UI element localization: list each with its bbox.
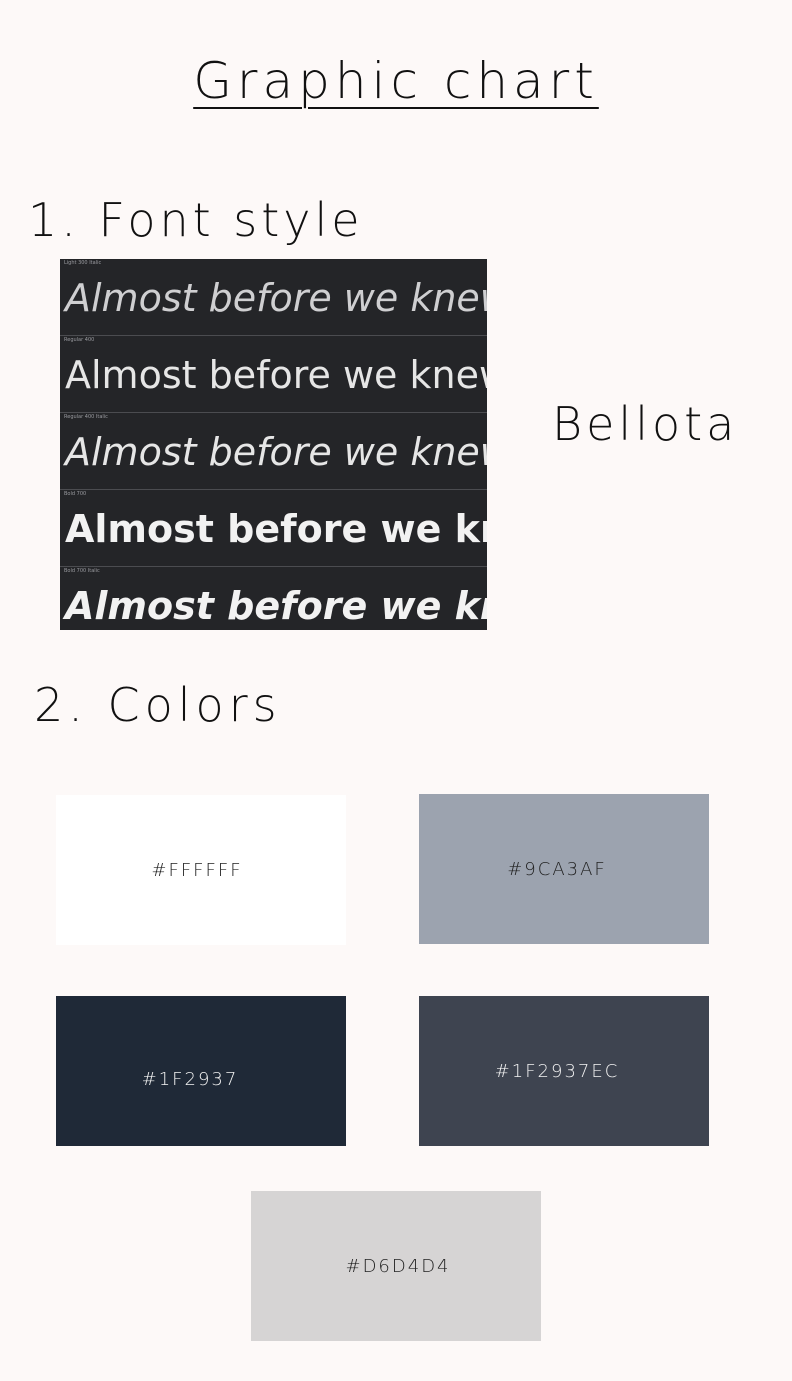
specimen-row-bold-italic: Bold 700 Italic Almost before we knew it… <box>60 567 487 630</box>
specimen-row-regular-italic: Regular 400 Italic Almost before we knew… <box>60 413 487 490</box>
page-title: Graphic chart <box>193 52 599 110</box>
specimen-row-regular: Regular 400 Almost before we knew it, we… <box>60 336 487 413</box>
swatch-label: #D6D4D4 <box>345 1255 451 1277</box>
font-name: Bellota <box>552 397 739 451</box>
color-swatch: #9CA3AF <box>419 794 709 944</box>
color-swatch: #FFFFFF <box>56 795 346 945</box>
swatch-label: #1F2937EC <box>494 1060 620 1082</box>
swatch-label: #FFFFFF <box>151 859 243 881</box>
section-heading-font-style: 1. Font style <box>28 193 364 247</box>
color-swatch: #1F2937 <box>56 996 346 1146</box>
specimen-label: Light 300 Italic <box>64 260 102 266</box>
specimen-label: Regular 400 <box>64 337 95 343</box>
specimen-label: Regular 400 Italic <box>64 414 108 420</box>
specimen-label: Bold 700 <box>64 491 87 497</box>
font-specimen-image: Light 300 Italic Almost before we knew i… <box>60 259 487 630</box>
specimen-row-bold: Bold 700 Almost before we knew it, we ha… <box>60 490 487 567</box>
specimen-row-light-italic: Light 300 Italic Almost before we knew i… <box>60 259 487 336</box>
color-swatch: #1F2937EC <box>419 996 709 1146</box>
swatch-label: #9CA3AF <box>507 858 607 880</box>
specimen-text: Almost before we knew it, we had left th… <box>65 353 487 397</box>
specimen-text: Almost before we knew it, we had left th… <box>65 507 487 551</box>
swatch-label: #1F2937 <box>141 1068 239 1090</box>
specimen-text: Almost before we knew it, we had left th… <box>65 584 487 628</box>
specimen-text: Almost before we knew it, we had left th… <box>65 430 487 474</box>
specimen-label: Bold 700 Italic <box>64 568 100 574</box>
color-swatch: #D6D4D4 <box>251 1191 541 1341</box>
specimen-text: Almost before we knew it, we had left th… <box>65 276 487 320</box>
section-heading-colors: 2. Colors <box>34 678 282 732</box>
